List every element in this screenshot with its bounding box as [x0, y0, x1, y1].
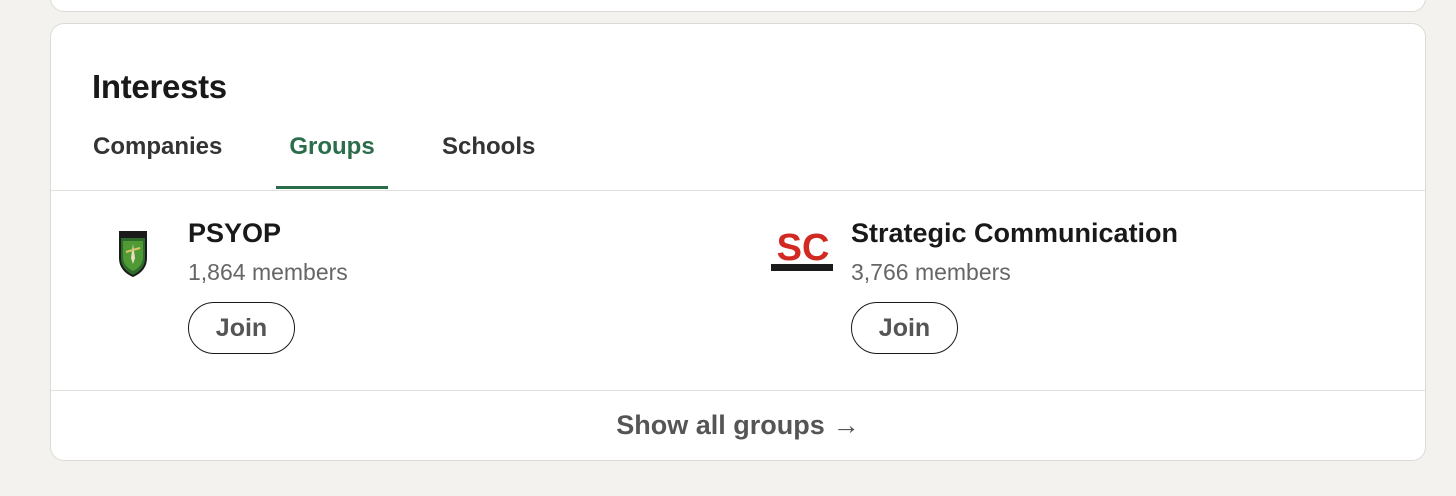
show-all-groups-button[interactable]: Show all groups →: [51, 390, 1425, 460]
interests-card: Interests Companies Groups Schools PSYOP…: [50, 23, 1426, 461]
show-all-label: Show all groups: [616, 410, 825, 440]
previous-card: [50, 0, 1426, 12]
tab-groups[interactable]: Groups: [276, 124, 388, 190]
group-member-count: 1,864 members: [188, 259, 348, 285]
tabs-divider: [51, 190, 1425, 191]
join-button[interactable]: Join: [188, 302, 295, 354]
tab-companies[interactable]: Companies: [93, 124, 222, 190]
group-name[interactable]: PSYOP: [188, 218, 281, 249]
shield-logo-icon[interactable]: [106, 214, 174, 282]
active-tab-indicator: [276, 186, 388, 189]
interests-tabs: Companies Groups Schools: [51, 124, 1425, 192]
svg-text:SC: SC: [777, 227, 830, 269]
group-name[interactable]: Strategic Communication: [851, 218, 1178, 249]
join-button[interactable]: Join: [851, 302, 958, 354]
section-title: Interests: [92, 68, 227, 105]
group-member-count: 3,766 members: [851, 259, 1011, 285]
tab-schools[interactable]: Schools: [442, 124, 535, 190]
sc-logo[interactable]: SC: [769, 214, 837, 282]
arrow-right-icon: →: [832, 410, 860, 440]
